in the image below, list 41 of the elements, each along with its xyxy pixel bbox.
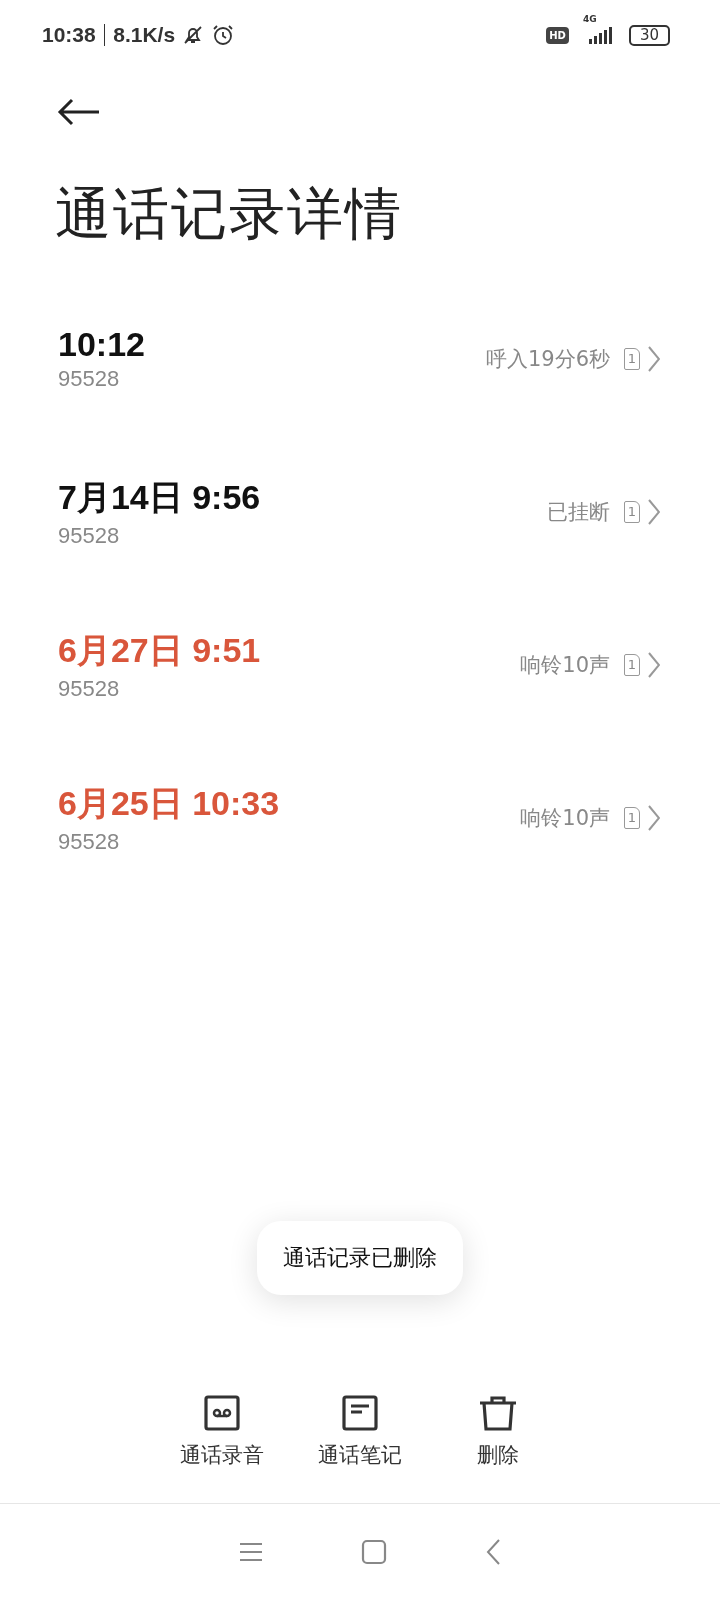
- clock: 10:38: [42, 23, 96, 47]
- chevron-icon: [648, 345, 660, 372]
- back-arrow-icon[interactable]: [57, 98, 101, 126]
- back-icon[interactable]: [485, 1538, 501, 1566]
- battery-icon: 30: [628, 24, 670, 46]
- call-record-row[interactable]: 7月14日 9:56 95528 已挂断 1: [0, 445, 720, 598]
- phone-number: 95528: [58, 675, 121, 702]
- call-status: 已挂断: [547, 498, 610, 526]
- chevron-icon: [648, 498, 660, 525]
- network-type: 4G: [582, 14, 597, 24]
- chevron-icon: [648, 651, 660, 678]
- call-time: 7月14日 9:56: [58, 476, 261, 518]
- note-icon: [342, 1395, 378, 1431]
- sim-badge: 1: [624, 347, 640, 370]
- toast-message: 通话记录已删除: [257, 1221, 463, 1295]
- call-status: 响铃10声: [520, 651, 610, 679]
- action-button[interactable]: 通话笔记: [308, 1395, 412, 1469]
- voicemail-icon: [204, 1395, 240, 1431]
- hd-badge: HD: [546, 26, 569, 44]
- call-time: 10:12: [58, 325, 145, 364]
- call-time: 6月25日 10:33: [58, 782, 280, 824]
- action-button[interactable]: 通话录音: [170, 1395, 274, 1469]
- call-time: 6月27日 9:51: [58, 629, 261, 671]
- sim-badge: 1: [624, 653, 640, 676]
- network-speed: 8.1K/s: [113, 23, 176, 47]
- phone-number: 95528: [58, 366, 121, 392]
- call-record-row[interactable]: 6月25日 10:33 95528 响铃10声 1: [0, 751, 720, 904]
- call-record-row[interactable]: 10:12 95528 呼入19分6秒 1: [0, 292, 720, 445]
- call-record-row[interactable]: 6月27日 9:51 95528 响铃10声 1: [0, 598, 720, 751]
- action-button[interactable]: 删除: [446, 1395, 550, 1469]
- call-status: 响铃10声: [520, 804, 610, 832]
- home-square-icon[interactable]: [361, 1539, 387, 1565]
- sim-badge: 1: [624, 806, 640, 829]
- call-status: 呼入19分6秒: [485, 345, 610, 373]
- menu-icon[interactable]: [239, 1542, 263, 1562]
- phone-number: 95528: [58, 828, 121, 855]
- page-title: 通话记录详情: [54, 180, 404, 248]
- phone-number: 95528: [58, 522, 121, 549]
- chevron-icon: [648, 804, 660, 831]
- sim-badge: 1: [624, 500, 640, 523]
- trash-icon: [478, 1395, 518, 1431]
